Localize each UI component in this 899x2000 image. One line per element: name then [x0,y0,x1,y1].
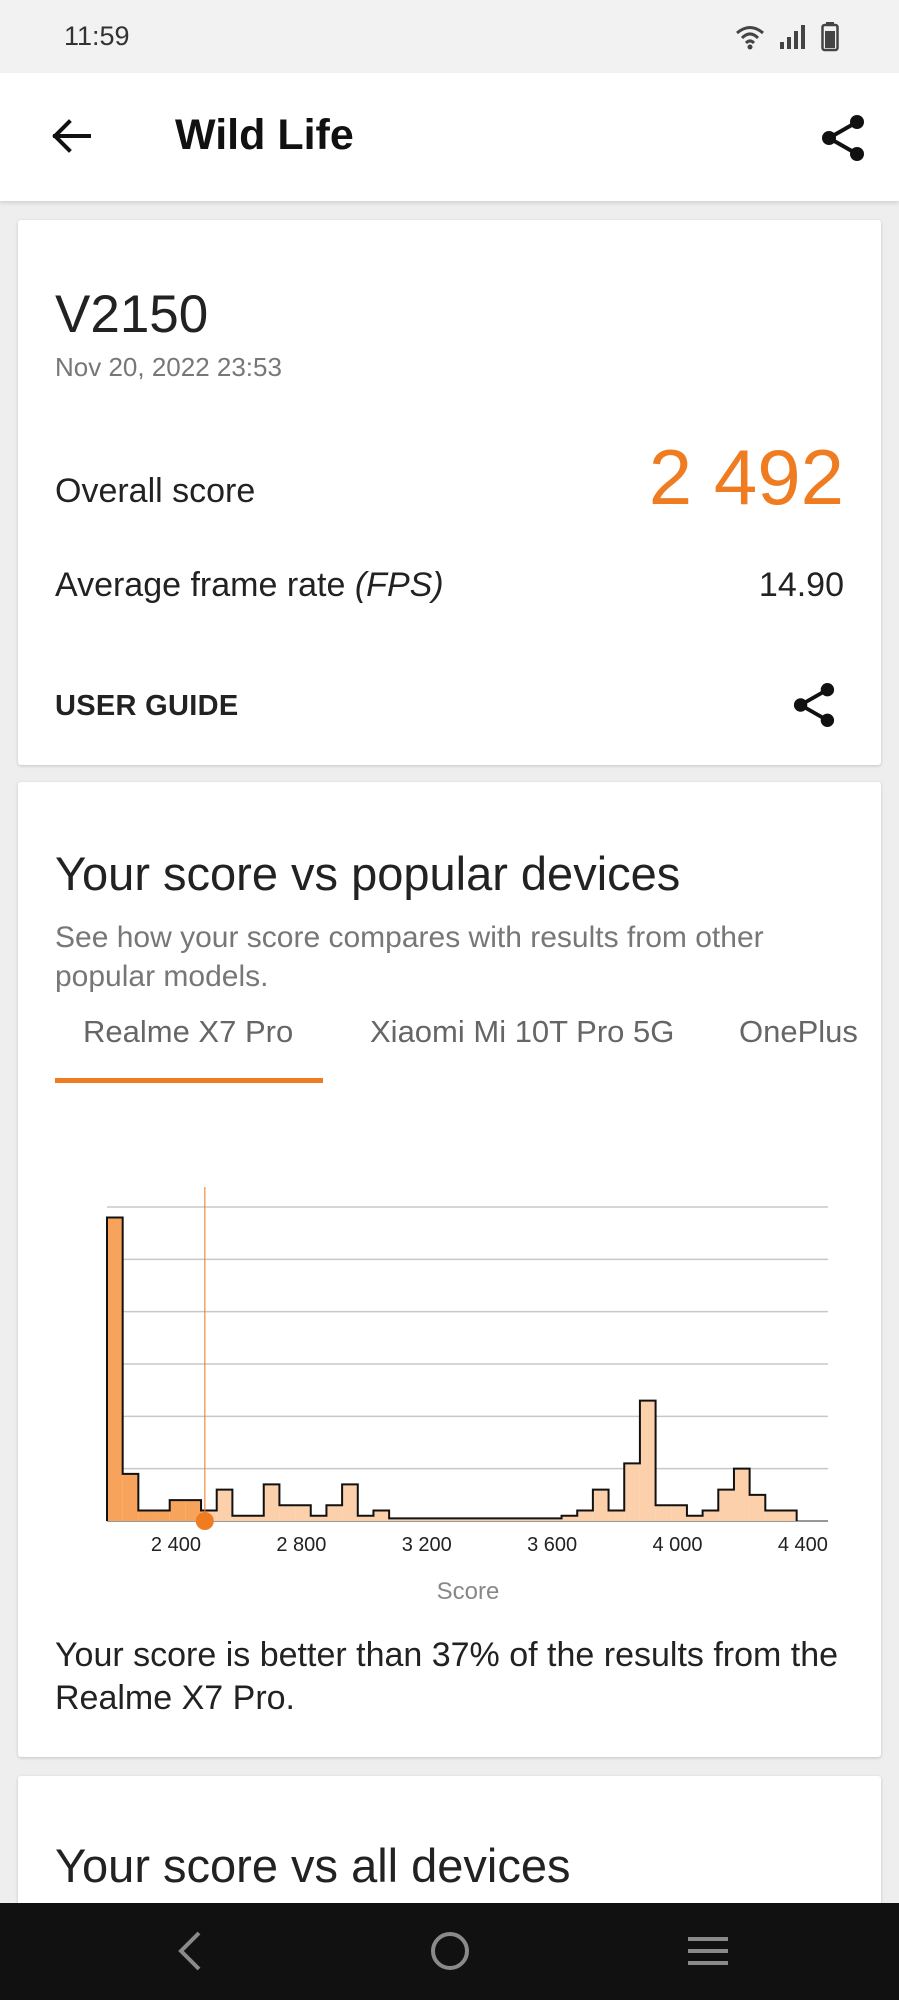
chart-x-tick-label: 2 400 [151,1534,201,1556]
chart-bar [639,1400,656,1521]
result-date: Nov 20, 2022 23:53 [55,352,282,382]
chart-bar [326,1505,343,1521]
chart-series [106,1216,798,1521]
chart-bar [780,1510,797,1521]
share-result-button[interactable] [784,675,844,735]
chart-grid [107,1206,828,1522]
chart-x-tick-label: 3 600 [527,1534,577,1556]
score-distribution-chart: 2 400 2 800 3 200 3 600 4 000 4 400 Score [106,1187,828,1605]
battery-icon [821,21,839,51]
user-guide-link[interactable]: USER GUIDE [55,690,238,723]
chart-bar [718,1489,734,1521]
device-name: V2150 [55,285,209,344]
chart-bar [577,1510,593,1521]
device-tabs: Realme X7 Pro Xiaomi Mi 10T Pro 5G OnePl… [55,1014,881,1084]
overall-score-value: 2 492 [648,433,844,521]
chart-x-axis: 2 400 2 800 3 200 3 600 4 000 4 400 [151,1534,828,1556]
chart-bar [655,1505,672,1521]
nav-menu-icon [688,1937,728,1965]
chart-bar [263,1484,280,1521]
chart-bar [154,1510,170,1521]
back-arrow-icon [52,119,91,153]
tab-xiaomi-mi-10t-pro-5g[interactable]: Xiaomi Mi 10T Pro 5G [370,1014,674,1050]
chart-bar [702,1510,719,1521]
share-icon [793,683,835,727]
fps-label-unit: (FPS) [354,566,444,604]
status-time: 11:59 [64,21,130,51]
fps-label-text: Average frame rate [55,566,355,604]
overall-score-label: Overall score [55,472,256,510]
fps-label: Average frame rate (FPS) [55,566,444,605]
section-subtitle: See how your score compares with results… [55,921,764,993]
chart-bar [373,1510,390,1521]
chart-bar [624,1463,640,1521]
chart-bar [122,1473,139,1521]
chart-x-tick-label: 4 000 [652,1534,702,1556]
nav-home-icon [431,1932,469,1970]
section-title-all: Your score vs all devices [55,1839,571,1892]
chart-bar [592,1489,609,1521]
back-button[interactable] [38,103,104,169]
chart-bar [169,1500,186,1521]
chart-bar [671,1505,687,1521]
result-card: V2150 Nov 20, 2022 23:53 Overall score 2… [18,220,881,765]
chart-x-tick-label: 3 200 [402,1534,452,1556]
share-icon [822,115,864,161]
chart-bar [279,1505,296,1521]
nav-back-button[interactable] [155,1921,225,1981]
tab-realme-x7-pro[interactable]: Realme X7 Pro [83,1014,293,1050]
result-comparison-text: Your score is better than 37% of the res… [55,1636,839,1717]
chart-your-score-marker [195,1512,214,1530]
page-title: Wild Life [175,111,354,159]
fps-value: 14.90 [758,566,844,604]
chart-bar [138,1510,155,1521]
tab-indicator [55,1078,323,1083]
status-icons [735,21,839,52]
chart-bar [342,1484,358,1521]
nav-menu-button[interactable] [673,1921,743,1981]
chart-your-score [195,1187,214,1530]
tab-oneplus[interactable]: OnePlus [739,1014,858,1050]
status-bar: 11:59 [0,0,899,73]
chart-bar [295,1505,311,1521]
nav-home-button[interactable] [415,1921,485,1981]
chart-bar [216,1489,233,1521]
wifi-icon [736,25,764,49]
signal-icon [780,24,805,49]
chart-bar [608,1510,625,1521]
chart-bar [733,1468,750,1521]
chart-x-tick-label: 4 400 [778,1534,828,1556]
chart-x-axis-label: Score [437,1578,500,1605]
nav-back-icon [178,1931,201,1971]
system-nav-bar [0,1903,899,2000]
popular-devices-card: Your score vs popular devices See how yo… [18,782,881,1757]
chart-bar [107,1217,123,1521]
chart-x-tick-label: 2 800 [276,1534,326,1556]
section-title: Your score vs popular devices [55,847,681,900]
chart-series-outline [106,1216,798,1521]
share-button[interactable] [810,105,876,171]
chart-bar [765,1510,781,1521]
app-bar: Wild Life [0,73,899,201]
chart-bar [749,1494,766,1521]
